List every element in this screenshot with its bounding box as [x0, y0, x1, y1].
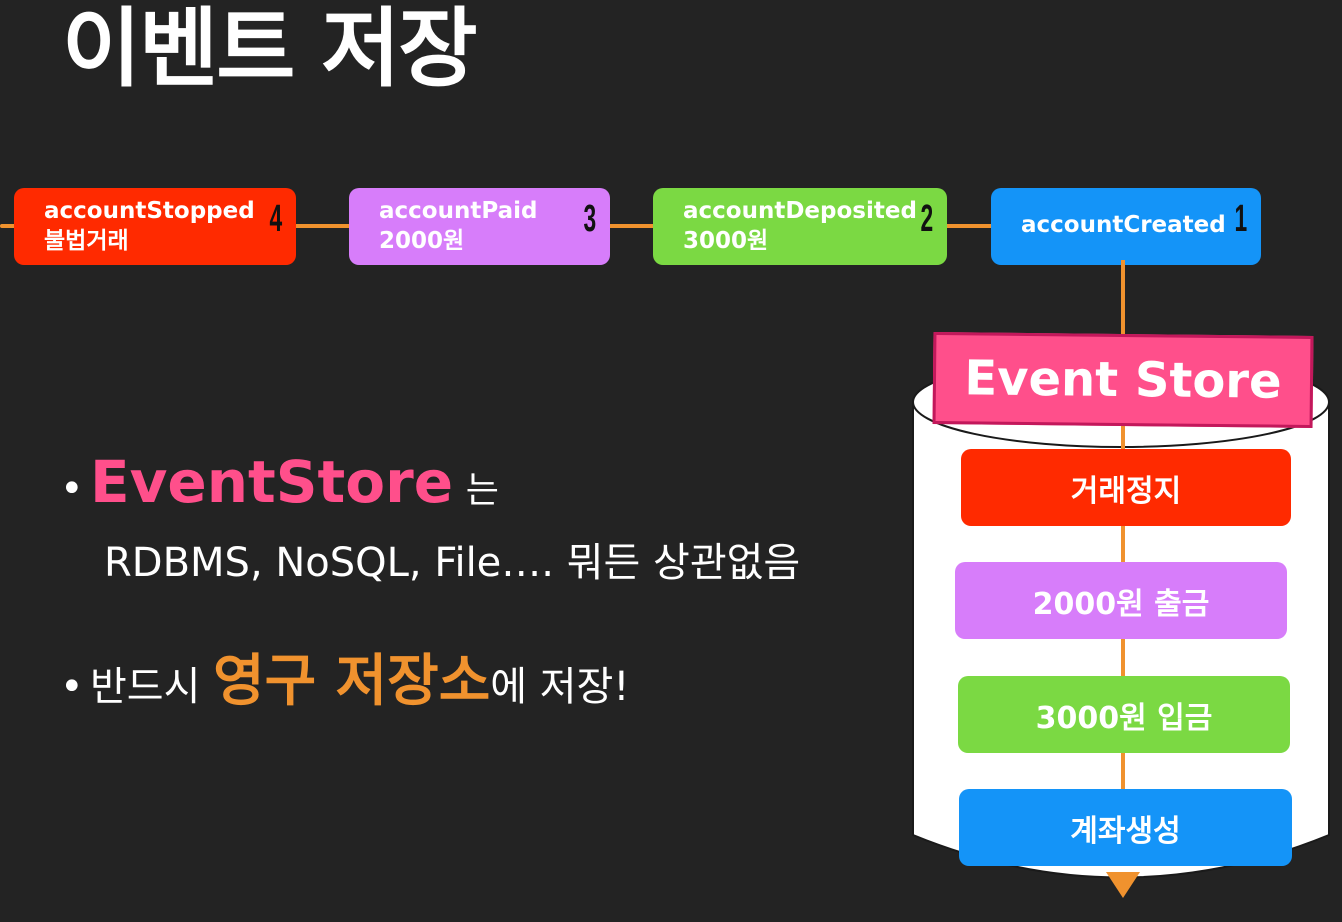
event-name: accountStopped — [44, 198, 255, 224]
event-sequence-number: 3 — [583, 198, 596, 240]
event-account-stopped: accountStopped 불법거래 4 — [14, 188, 296, 265]
persistent-suffix: 에 저장! — [490, 664, 630, 710]
page-title: 이벤트 저장 — [62, 0, 478, 99]
stored-event-item: 계좌생성 — [959, 789, 1292, 866]
persistent-prefix: 반드시 — [90, 664, 201, 710]
stored-event-item: 2000원 출금 — [955, 562, 1287, 639]
event-name: accountPaid — [379, 198, 538, 224]
bullet-persistent-storage: • 반드시 영구 저장소에 저장! — [60, 636, 629, 717]
bullet-eventstore: • EventStore 는 — [60, 448, 499, 516]
event-account-deposited: accountDeposited 3000원 2 — [653, 188, 947, 265]
event-sequence-number: 1 — [1234, 198, 1247, 240]
event-sequence-number: 4 — [269, 198, 282, 240]
storage-options-text: RDBMS, NoSQL, File…. 뭐든 상관없음 — [104, 540, 801, 586]
event-detail: 불법거래 — [44, 228, 129, 254]
persistent-highlight: 영구 저장소 — [213, 649, 491, 714]
event-sequence-number: 2 — [920, 198, 933, 240]
event-account-created: accountCreated 1 — [991, 188, 1261, 265]
stored-event-item: 3000원 입금 — [958, 676, 1290, 753]
arrow-down-icon — [1106, 872, 1140, 898]
bullet-dot-icon: • — [60, 664, 84, 710]
event-account-paid: accountPaid 2000원 3 — [349, 188, 610, 265]
event-name: accountDeposited — [683, 198, 917, 224]
eventstore-suffix: 는 — [465, 470, 499, 511]
stored-event-item: 거래정지 — [961, 449, 1291, 526]
event-store-label: Event Store — [932, 332, 1314, 428]
event-detail: 3000원 — [683, 228, 769, 254]
bullet-dot-icon: • — [60, 466, 84, 512]
event-detail: 2000원 — [379, 228, 465, 254]
eventstore-highlight: EventStore — [90, 448, 454, 516]
event-name: accountCreated — [1021, 212, 1226, 238]
